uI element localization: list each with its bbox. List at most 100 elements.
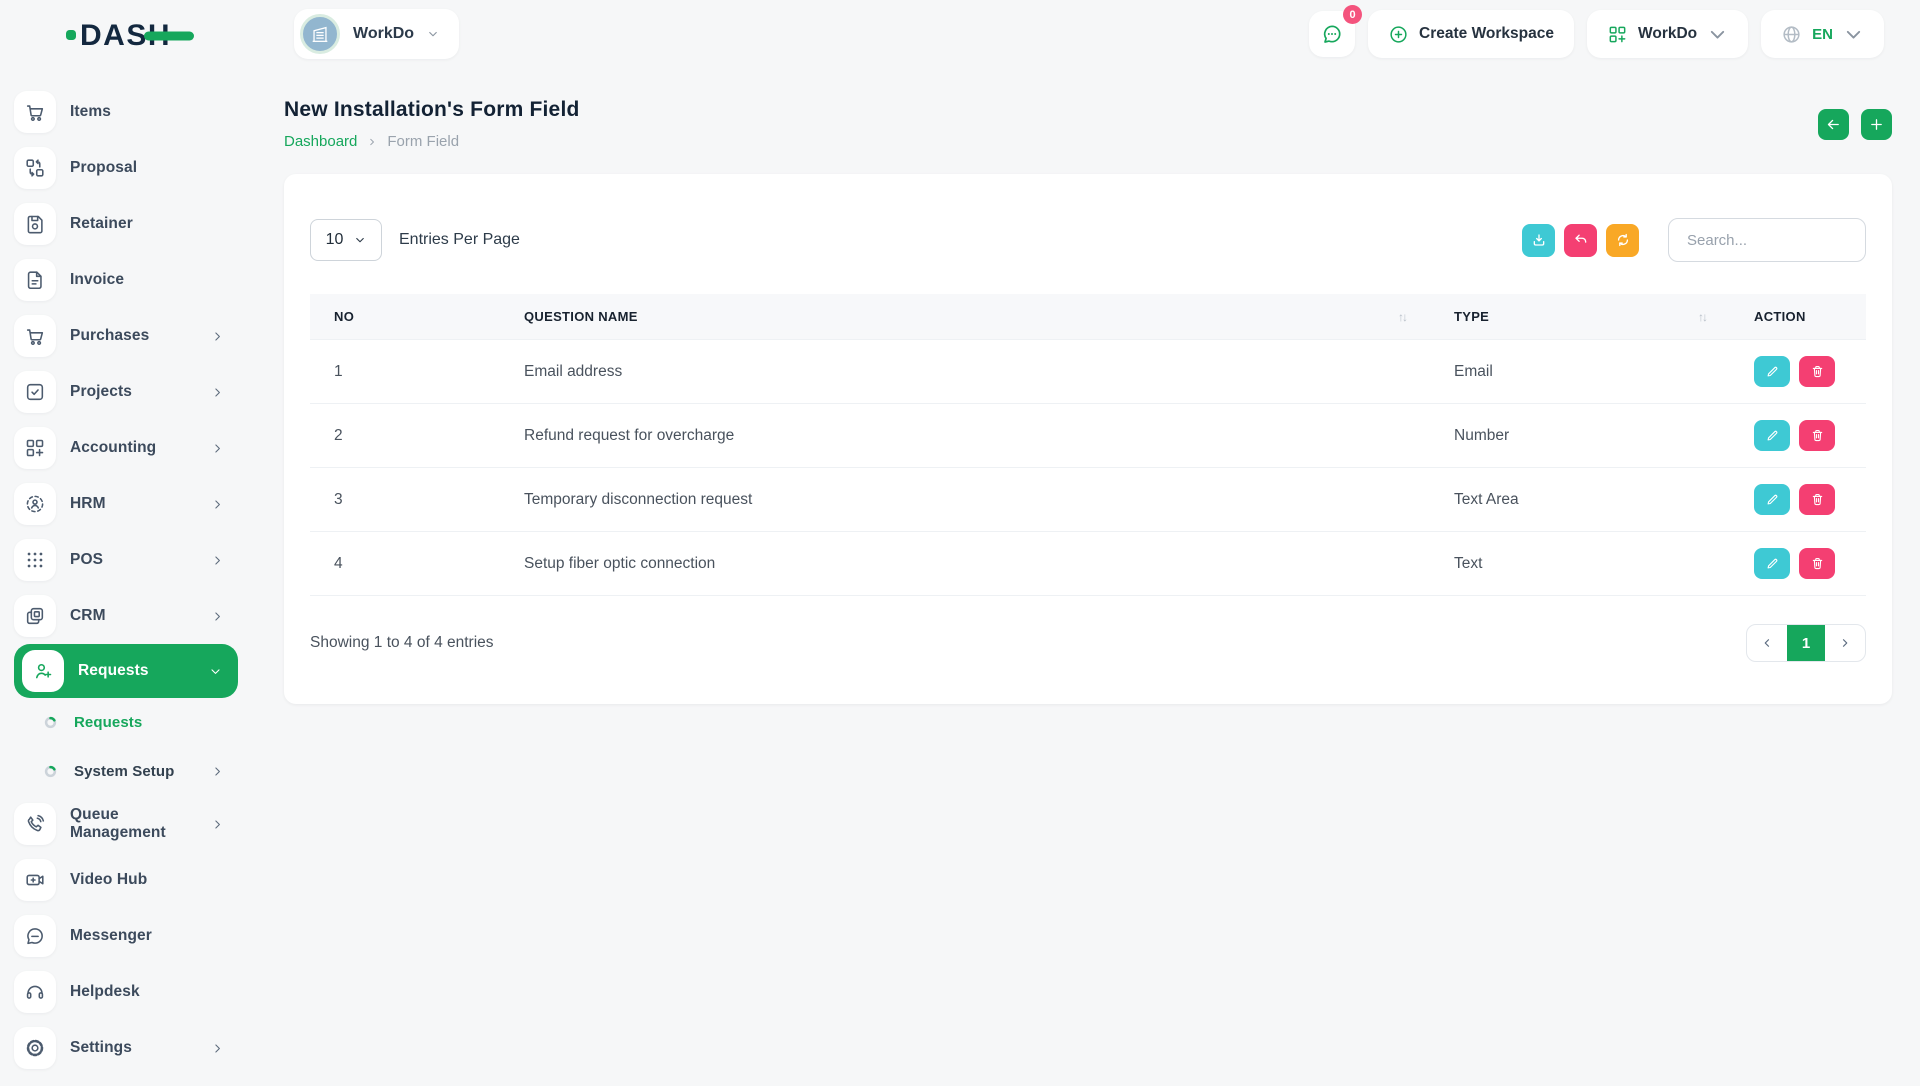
sidebar-item-accounting[interactable]: Accounting	[14, 420, 240, 476]
sidebar-item-label: System Setup	[74, 763, 174, 780]
chevron-down-icon	[1707, 24, 1728, 45]
messages-badge: 0	[1343, 5, 1362, 24]
dash-logo[interactable]: DASH	[66, 14, 200, 54]
user-plus-icon	[22, 650, 64, 692]
sidebar-item-projects[interactable]: Projects	[14, 364, 240, 420]
cell-actions	[1730, 404, 1866, 468]
sidebar-item-label: Projects	[70, 383, 132, 401]
sidebar-subitem-system-setup[interactable]: System Setup	[14, 747, 240, 796]
chevron-right-icon	[367, 137, 377, 147]
add-form-field-button[interactable]	[1861, 109, 1892, 140]
cart-icon	[14, 91, 56, 133]
edit-button[interactable]	[1754, 356, 1790, 387]
delete-button[interactable]	[1799, 356, 1835, 387]
sort-icon[interactable]: ↑↓	[1398, 310, 1406, 324]
undo-button[interactable]	[1564, 224, 1597, 257]
grid-plus-icon	[1607, 24, 1628, 45]
language-selector[interactable]: EN	[1761, 10, 1884, 58]
create-workspace-label: Create Workspace	[1419, 25, 1554, 43]
table-body: 1Email addressEmail2Refund request for o…	[310, 340, 1866, 596]
topbar-actions: 0 Create Workspace WorkDo EN	[1309, 10, 1884, 58]
refresh-button[interactable]	[1606, 224, 1639, 257]
form-fields-table: NO QUESTION NAME↑↓ TYPE↑↓ ACTION 1Email …	[310, 294, 1866, 596]
pagination-prev-button[interactable]	[1747, 625, 1787, 661]
delete-button[interactable]	[1799, 484, 1835, 515]
cell-question-name: Refund request for overcharge	[500, 404, 1430, 468]
back-button[interactable]	[1818, 109, 1849, 140]
cell-type: Text	[1430, 532, 1730, 596]
cell-actions	[1730, 340, 1866, 404]
cell-actions	[1730, 468, 1866, 532]
retainer-icon	[14, 203, 56, 245]
card-toolbar: 10 Entries Per Page	[310, 218, 1866, 262]
page-header: New Installation's Form Field Dashboard …	[284, 98, 1892, 150]
search-input[interactable]	[1668, 218, 1866, 262]
dash-logo-graphic: DASH	[66, 14, 200, 54]
proposal-icon	[14, 147, 56, 189]
column-header-type[interactable]: TYPE↑↓	[1430, 294, 1730, 340]
sidebar-item-pos[interactable]: POS	[14, 532, 240, 588]
app-menu-button[interactable]: WorkDo	[1587, 10, 1748, 58]
pos-icon	[14, 539, 56, 581]
sidebar-item-settings[interactable]: Settings	[14, 1020, 240, 1076]
sidebar-item-invoice[interactable]: Invoice	[14, 252, 240, 308]
messenger-icon	[14, 915, 56, 957]
card-footer: Showing 1 to 4 of 4 entries 1	[310, 624, 1866, 662]
workspace-selector[interactable]: WorkDo	[294, 9, 459, 59]
delete-button[interactable]	[1799, 420, 1835, 451]
edit-button[interactable]	[1754, 484, 1790, 515]
create-workspace-button[interactable]: Create Workspace	[1368, 10, 1574, 58]
delete-button[interactable]	[1799, 548, 1835, 579]
sidebar-item-retainer[interactable]: Retainer	[14, 196, 240, 252]
sidebar-item-hrm[interactable]: HRM	[14, 476, 240, 532]
column-header-action: ACTION	[1730, 294, 1866, 340]
pagination-page-1[interactable]: 1	[1787, 625, 1825, 661]
sidebar-item-label: Invoice	[70, 271, 124, 289]
sidebar-item-purchases[interactable]: Purchases	[14, 308, 240, 364]
sidebar-item-label: Accounting	[70, 439, 156, 457]
cell-no: 3	[310, 468, 500, 532]
messages-button[interactable]: 0	[1309, 11, 1355, 57]
cell-actions	[1730, 532, 1866, 596]
refresh-icon	[1615, 232, 1631, 248]
breadcrumb-dashboard-link[interactable]: Dashboard	[284, 133, 357, 150]
form-field-card: 10 Entries Per Page	[284, 174, 1892, 704]
sidebar-subitem-requests[interactable]: Requests	[14, 698, 240, 747]
sidebar-item-queue-management[interactable]: Queue Management	[14, 796, 240, 852]
cell-question-name: Setup fiber optic connection	[500, 532, 1430, 596]
cell-no: 1	[310, 340, 500, 404]
bullet-icon	[42, 714, 59, 731]
pagination-next-button[interactable]	[1825, 625, 1865, 661]
table-header-row: NO QUESTION NAME↑↓ TYPE↑↓ ACTION	[310, 294, 1866, 340]
edit-button[interactable]	[1754, 420, 1790, 451]
projects-icon	[14, 371, 56, 413]
column-header-no[interactable]: NO	[310, 294, 500, 340]
entries-per-page-value: 10	[326, 231, 344, 249]
sidebar-item-messenger[interactable]: Messenger	[14, 908, 240, 964]
trash-icon	[1810, 428, 1825, 443]
export-button[interactable]	[1522, 224, 1555, 257]
sidebar-item-proposal[interactable]: Proposal	[14, 140, 240, 196]
chevron-down-icon	[354, 234, 366, 246]
breadcrumb: Dashboard Form Field	[284, 133, 580, 150]
sidebar-item-helpdesk[interactable]: Helpdesk	[14, 964, 240, 1020]
sort-icon[interactable]: ↑↓	[1698, 310, 1706, 324]
sidebar-item-items[interactable]: Items	[14, 84, 240, 140]
showing-entries-text: Showing 1 to 4 of 4 entries	[310, 634, 494, 652]
chat-dots-icon	[1320, 22, 1344, 46]
sidebar-item-label: Requests	[74, 714, 142, 731]
sidebar-item-label: Proposal	[70, 159, 137, 177]
table-row: 1Email addressEmail	[310, 340, 1866, 404]
cart-icon	[14, 315, 56, 357]
sidebar-item-video-hub[interactable]: Video Hub	[14, 852, 240, 908]
trash-icon	[1810, 556, 1825, 571]
pencil-icon	[1765, 556, 1780, 571]
sidebar-item-requests[interactable]: Requests	[14, 644, 238, 698]
plus-icon	[1869, 117, 1884, 132]
column-header-question-name[interactable]: QUESTION NAME↑↓	[500, 294, 1430, 340]
entries-per-page-select[interactable]: 10	[310, 219, 382, 261]
language-label: EN	[1812, 26, 1833, 43]
edit-button[interactable]	[1754, 548, 1790, 579]
pencil-icon	[1765, 364, 1780, 379]
sidebar-item-crm[interactable]: CRM	[14, 588, 240, 644]
